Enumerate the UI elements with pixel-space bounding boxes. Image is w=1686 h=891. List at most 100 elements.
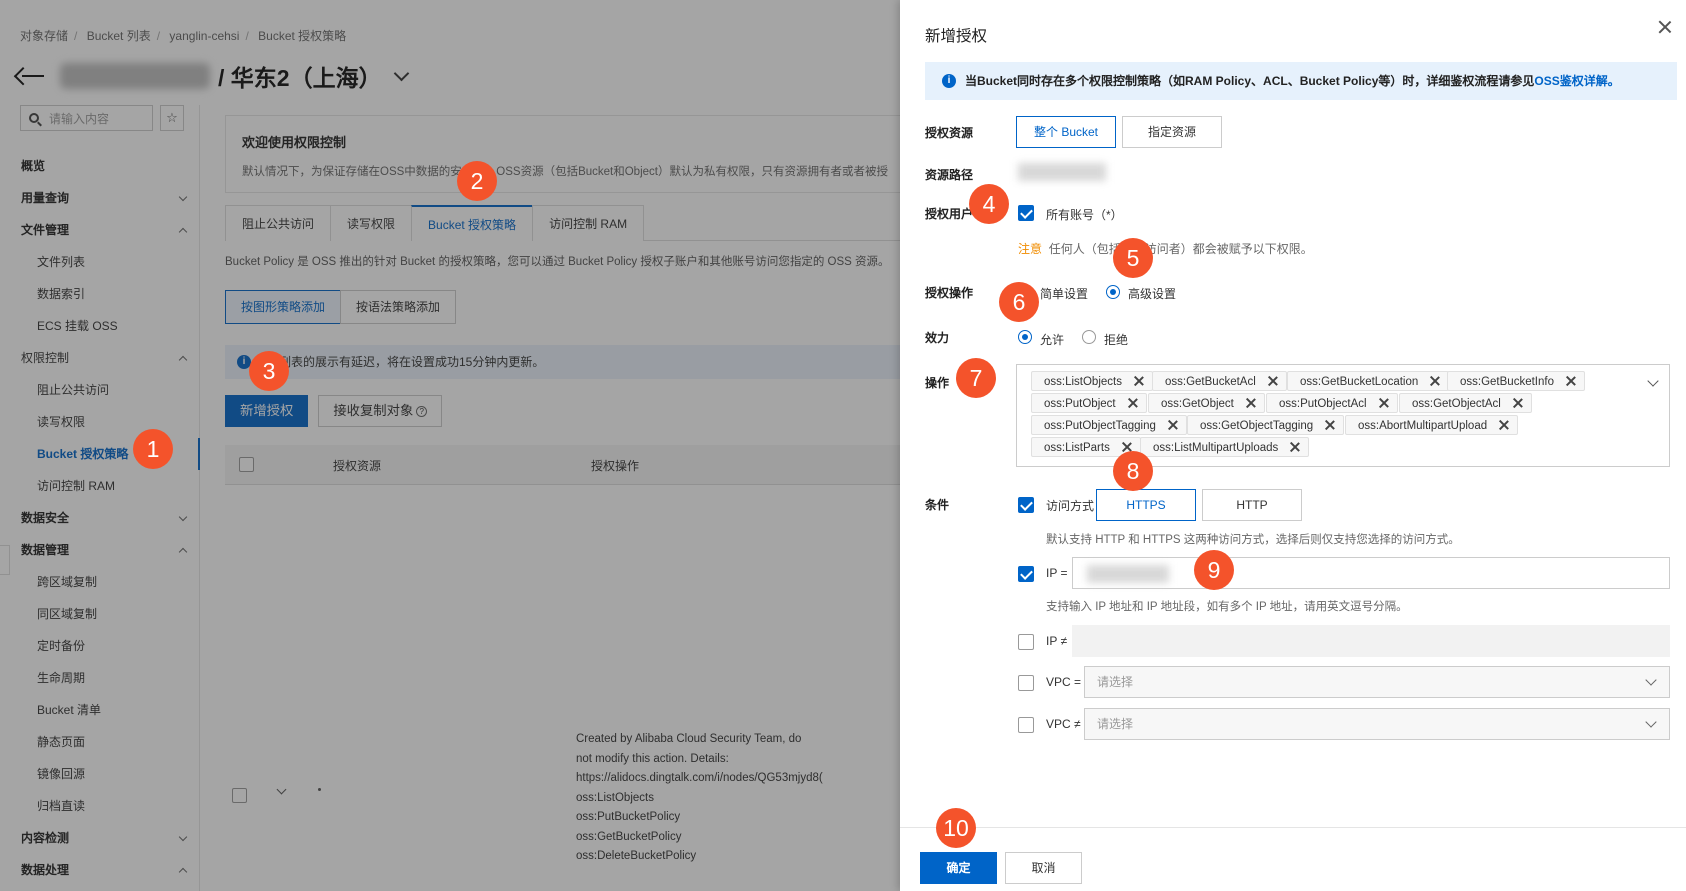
operation-tag-label: oss:ListObjects — [1044, 376, 1122, 388]
simple-setting-label: 简单设置 — [1040, 287, 1089, 301]
remove-tag-icon[interactable] — [1325, 420, 1335, 430]
confirm-button[interactable]: 确定 — [920, 852, 997, 884]
ip-not-equals-checkbox[interactable] — [1018, 634, 1034, 650]
cancel-button[interactable]: 取消 — [1005, 852, 1082, 884]
remove-tag-icon[interactable] — [1379, 398, 1389, 408]
chevron-down-icon — [1645, 716, 1657, 728]
step-marker: 3 — [249, 351, 289, 391]
remove-tag-icon[interactable] — [1430, 376, 1440, 386]
remove-tag-icon[interactable] — [1168, 420, 1178, 430]
resource-path-redacted — [1018, 163, 1106, 181]
access-method-checkbox[interactable] — [1018, 497, 1034, 513]
vpc-equals-label: VPC = — [1046, 675, 1082, 689]
access-method-hint: 默认支持 HTTP 和 HTTPS 这两种访问方式，选择后则仅支持您选择的访问方… — [1046, 534, 1460, 546]
resource-label: 授权资源 — [925, 126, 974, 140]
operation-tag-label: oss:PutObject — [1044, 398, 1116, 410]
vpc-not-equals-select[interactable]: 请选择 — [1084, 708, 1670, 740]
operation-tag-label: oss:AbortMultipartUpload — [1358, 420, 1488, 432]
operation-tag: oss:GetBucketAcl — [1152, 371, 1287, 391]
close-icon[interactable] — [1658, 20, 1672, 34]
allow-label: 允许 — [1040, 333, 1065, 347]
ip-not-equals-input[interactable] — [1072, 625, 1670, 657]
operation-tag: oss:GetBucketLocation — [1287, 371, 1450, 391]
step-marker: 4 — [969, 184, 1009, 224]
step-marker: 6 — [999, 282, 1039, 322]
operation-tag: oss:ListMultipartUploads — [1140, 437, 1310, 457]
auth-doc-link[interactable]: OSS鉴权详解。 — [1534, 74, 1619, 88]
operation-tag: oss:GetObject — [1148, 393, 1265, 413]
step-marker: 8 — [1113, 451, 1153, 491]
operation-tag-label: oss:GetBucketInfo — [1460, 376, 1554, 388]
allow-radio[interactable] — [1018, 330, 1032, 344]
operation-tag: oss:PutObjectAcl — [1266, 393, 1398, 413]
remove-tag-icon[interactable] — [1290, 442, 1300, 452]
specific-resource-option[interactable]: 指定资源 — [1122, 116, 1222, 148]
ip-equals-input[interactable] — [1072, 557, 1670, 589]
conditions-label: 条件 — [925, 498, 950, 512]
vpc-not-equals-placeholder: 请选择 — [1097, 717, 1134, 731]
operation-tag: oss:AbortMultipartUpload — [1345, 415, 1519, 435]
operation-tag-label: oss:GetObject — [1161, 398, 1234, 410]
operation-tag-label: oss:GetObjectTagging — [1200, 420, 1314, 432]
operation-tag: oss:PutObject — [1031, 393, 1147, 413]
vpc-equals-placeholder: 请选择 — [1097, 675, 1134, 689]
remove-tag-icon[interactable] — [1513, 398, 1523, 408]
deny-label: 拒绝 — [1104, 333, 1129, 347]
info-text: 当Bucket同时存在多个权限控制策略（如RAM Policy、ACL、Buck… — [965, 74, 1535, 88]
ip-hint: 支持输入 IP 地址和 IP 地址段，如有多个 IP 地址，请用英文逗号分隔。 — [1046, 601, 1408, 613]
operation-tag-label: oss:PutObjectAcl — [1279, 398, 1367, 410]
vpc-not-equals-checkbox[interactable] — [1018, 717, 1034, 733]
http-option[interactable]: HTTP — [1202, 489, 1302, 521]
info-icon: i — [942, 74, 956, 88]
vpc-equals-select[interactable]: 请选择 — [1084, 666, 1670, 698]
access-method-label: 访问方式 — [1046, 499, 1095, 513]
step-marker: 5 — [1113, 238, 1153, 278]
operation-tag: oss:GetObjectTagging — [1187, 415, 1345, 435]
operations-multiselect[interactable]: oss:ListObjects oss:GetBucketAcl oss:GetBu… — [1016, 364, 1670, 467]
ip-value-redacted — [1087, 565, 1169, 583]
remove-tag-icon[interactable] — [1128, 398, 1138, 408]
footer-divider — [900, 827, 1686, 828]
remove-tag-icon[interactable] — [1268, 376, 1278, 386]
ip-equals-checkbox[interactable] — [1018, 566, 1034, 582]
effect-label: 效力 — [925, 331, 950, 345]
https-option[interactable]: HTTPS — [1096, 489, 1196, 521]
op-mode-label: 授权操作 — [925, 286, 974, 300]
whole-bucket-option[interactable]: 整个 Bucket — [1016, 116, 1116, 148]
step-marker: 2 — [457, 161, 497, 201]
step-marker: 1 — [133, 429, 173, 469]
remove-tag-icon[interactable] — [1499, 420, 1509, 430]
operation-tag: oss:GetBucketInfo — [1447, 371, 1585, 391]
remove-tag-icon[interactable] — [1134, 376, 1144, 386]
drawer-title: 新增授权 — [925, 28, 988, 45]
add-authorization-drawer: 新增授权 i 当Bucket同时存在多个权限控制策略（如RAM Policy、A… — [900, 0, 1686, 891]
remove-tag-icon[interactable] — [1246, 398, 1256, 408]
step-marker: 7 — [956, 358, 996, 398]
info-banner: i 当Bucket同时存在多个权限控制策略（如RAM Policy、ACL、Bu… — [925, 62, 1677, 100]
warning-word: 注意 — [1018, 242, 1043, 256]
operation-tag-label: oss:GetObjectAcl — [1412, 398, 1501, 410]
all-accounts-label: 所有账号（*） — [1046, 208, 1123, 222]
operation-tag-label: oss:ListParts — [1044, 442, 1110, 454]
operation-tag-label: oss:GetBucketAcl — [1165, 376, 1256, 388]
vpc-not-equals-label: VPC ≠ — [1046, 717, 1081, 731]
operation-tag: oss:GetObjectAcl — [1399, 393, 1532, 413]
remove-tag-icon[interactable] — [1566, 376, 1576, 386]
chevron-down-icon — [1645, 674, 1657, 686]
step-marker: 10 — [936, 808, 976, 848]
vpc-equals-checkbox[interactable] — [1018, 675, 1034, 691]
ip-equals-label: IP = — [1046, 566, 1068, 580]
operation-tag-label: oss:PutObjectTagging — [1044, 420, 1156, 432]
ip-not-equals-label: IP ≠ — [1046, 634, 1068, 648]
operation-tag: oss:ListObjects — [1031, 371, 1153, 391]
advanced-setting-radio[interactable] — [1106, 285, 1120, 299]
all-accounts-checkbox[interactable] — [1018, 205, 1034, 221]
deny-radio[interactable] — [1082, 330, 1096, 344]
advanced-setting-label: 高级设置 — [1128, 287, 1177, 301]
user-label: 授权用户 — [925, 207, 974, 221]
operation-tag-label: oss:GetBucketLocation — [1300, 376, 1419, 388]
step-marker: 9 — [1194, 550, 1234, 590]
chevron-down-icon[interactable] — [1647, 375, 1659, 387]
path-label: 资源路径 — [925, 168, 974, 182]
operation-tag: oss:PutObjectTagging — [1031, 415, 1187, 435]
